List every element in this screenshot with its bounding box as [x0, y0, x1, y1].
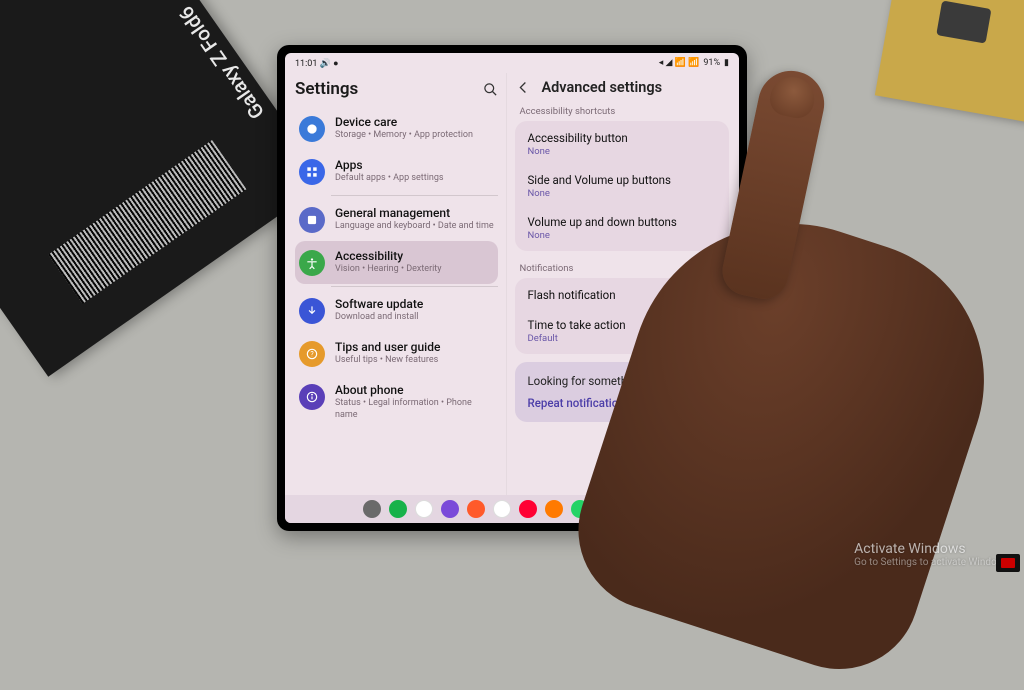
item-subtitle: Storage • Memory • App protection [335, 130, 494, 141]
status-right-icons: ◂ ◢ 📶 📶 [659, 58, 700, 68]
tips-icon: ? [299, 341, 325, 367]
item-subtitle: Download and install [335, 312, 494, 323]
settings-list: Device care Storage • Memory • App prote… [295, 107, 498, 493]
item-subtitle: Vision • Hearing • Dexterity [335, 264, 494, 275]
barcode-graphic [48, 140, 246, 304]
taskbar-app-phone[interactable] [389, 500, 407, 518]
item-title: Accessibility [335, 249, 494, 263]
windows-activation-watermark: Activate Windows Go to Settings to activ… [854, 541, 1012, 568]
settings-item-general-management[interactable]: General management Language and keyboard… [295, 198, 498, 241]
item-title: Tips and user guide [335, 340, 494, 354]
battery-icon: ▮ [724, 58, 729, 68]
row-accessibility-button[interactable]: Accessibility button None [515, 123, 729, 165]
status-battery-text: 91% [703, 58, 720, 68]
wooden-prop [875, 0, 1024, 123]
status-left-icons: 🔊 ● [320, 59, 339, 69]
taskbar-app-6[interactable] [493, 500, 511, 518]
card-accessibility-shortcuts: Accessibility button None Side and Volum… [515, 121, 729, 251]
settings-master-pane: Settings Device care Storage • Memory • … [285, 73, 507, 495]
software-update-icon [299, 298, 325, 324]
status-bar: 11:01 🔊 ● ◂ ◢ 📶 📶 91% ▮ [285, 53, 739, 73]
detail-title: Advanced settings [541, 79, 662, 96]
row-volume-up-down[interactable]: Volume up and down buttons None [515, 207, 729, 249]
device-care-icon [299, 116, 325, 142]
search-icon[interactable] [482, 81, 498, 97]
settings-item-apps[interactable]: Apps Default apps • App settings [295, 150, 498, 193]
settings-item-software-update[interactable]: Software update Download and install [295, 289, 498, 332]
item-title: Device care [335, 115, 494, 129]
section-label-shortcuts: Accessibility shortcuts [519, 106, 729, 117]
taskbar-app-youtube[interactable] [519, 500, 537, 518]
svg-text:?: ? [310, 350, 314, 358]
item-subtitle: Useful tips • New features [335, 355, 494, 366]
settings-item-tips[interactable]: ? Tips and user guide Useful tips • New … [295, 332, 498, 375]
settings-item-accessibility[interactable]: Accessibility Vision • Hearing • Dexteri… [295, 241, 498, 284]
taskbar-app-browser[interactable] [441, 500, 459, 518]
settings-item-about-phone[interactable]: About phone Status • Legal information •… [295, 375, 498, 429]
taskbar-app-8[interactable] [545, 500, 563, 518]
item-title: Software update [335, 297, 494, 311]
settings-item-device-care[interactable]: Device care Storage • Memory • App prote… [295, 107, 498, 150]
item-title: Apps [335, 158, 494, 172]
general-management-icon [299, 207, 325, 233]
back-icon[interactable] [515, 80, 531, 96]
item-subtitle: Language and keyboard • Date and time [335, 221, 494, 232]
settings-title: Settings [295, 79, 358, 99]
apps-icon [299, 159, 325, 185]
item-subtitle: Status • Legal information • Phone name [335, 398, 494, 421]
item-subtitle: Default apps • App settings [335, 173, 494, 184]
channel-badge-icon [996, 554, 1020, 572]
about-phone-icon [299, 384, 325, 410]
taskbar-app-1[interactable] [363, 500, 381, 518]
item-title: General management [335, 206, 494, 220]
taskbar-app-5[interactable] [467, 500, 485, 518]
item-title: About phone [335, 383, 494, 397]
row-side-volume-up[interactable]: Side and Volume up buttons None [515, 165, 729, 207]
taskbar-app-messages[interactable] [415, 500, 433, 518]
accessibility-icon [299, 250, 325, 276]
status-time: 11:01 [295, 59, 317, 69]
